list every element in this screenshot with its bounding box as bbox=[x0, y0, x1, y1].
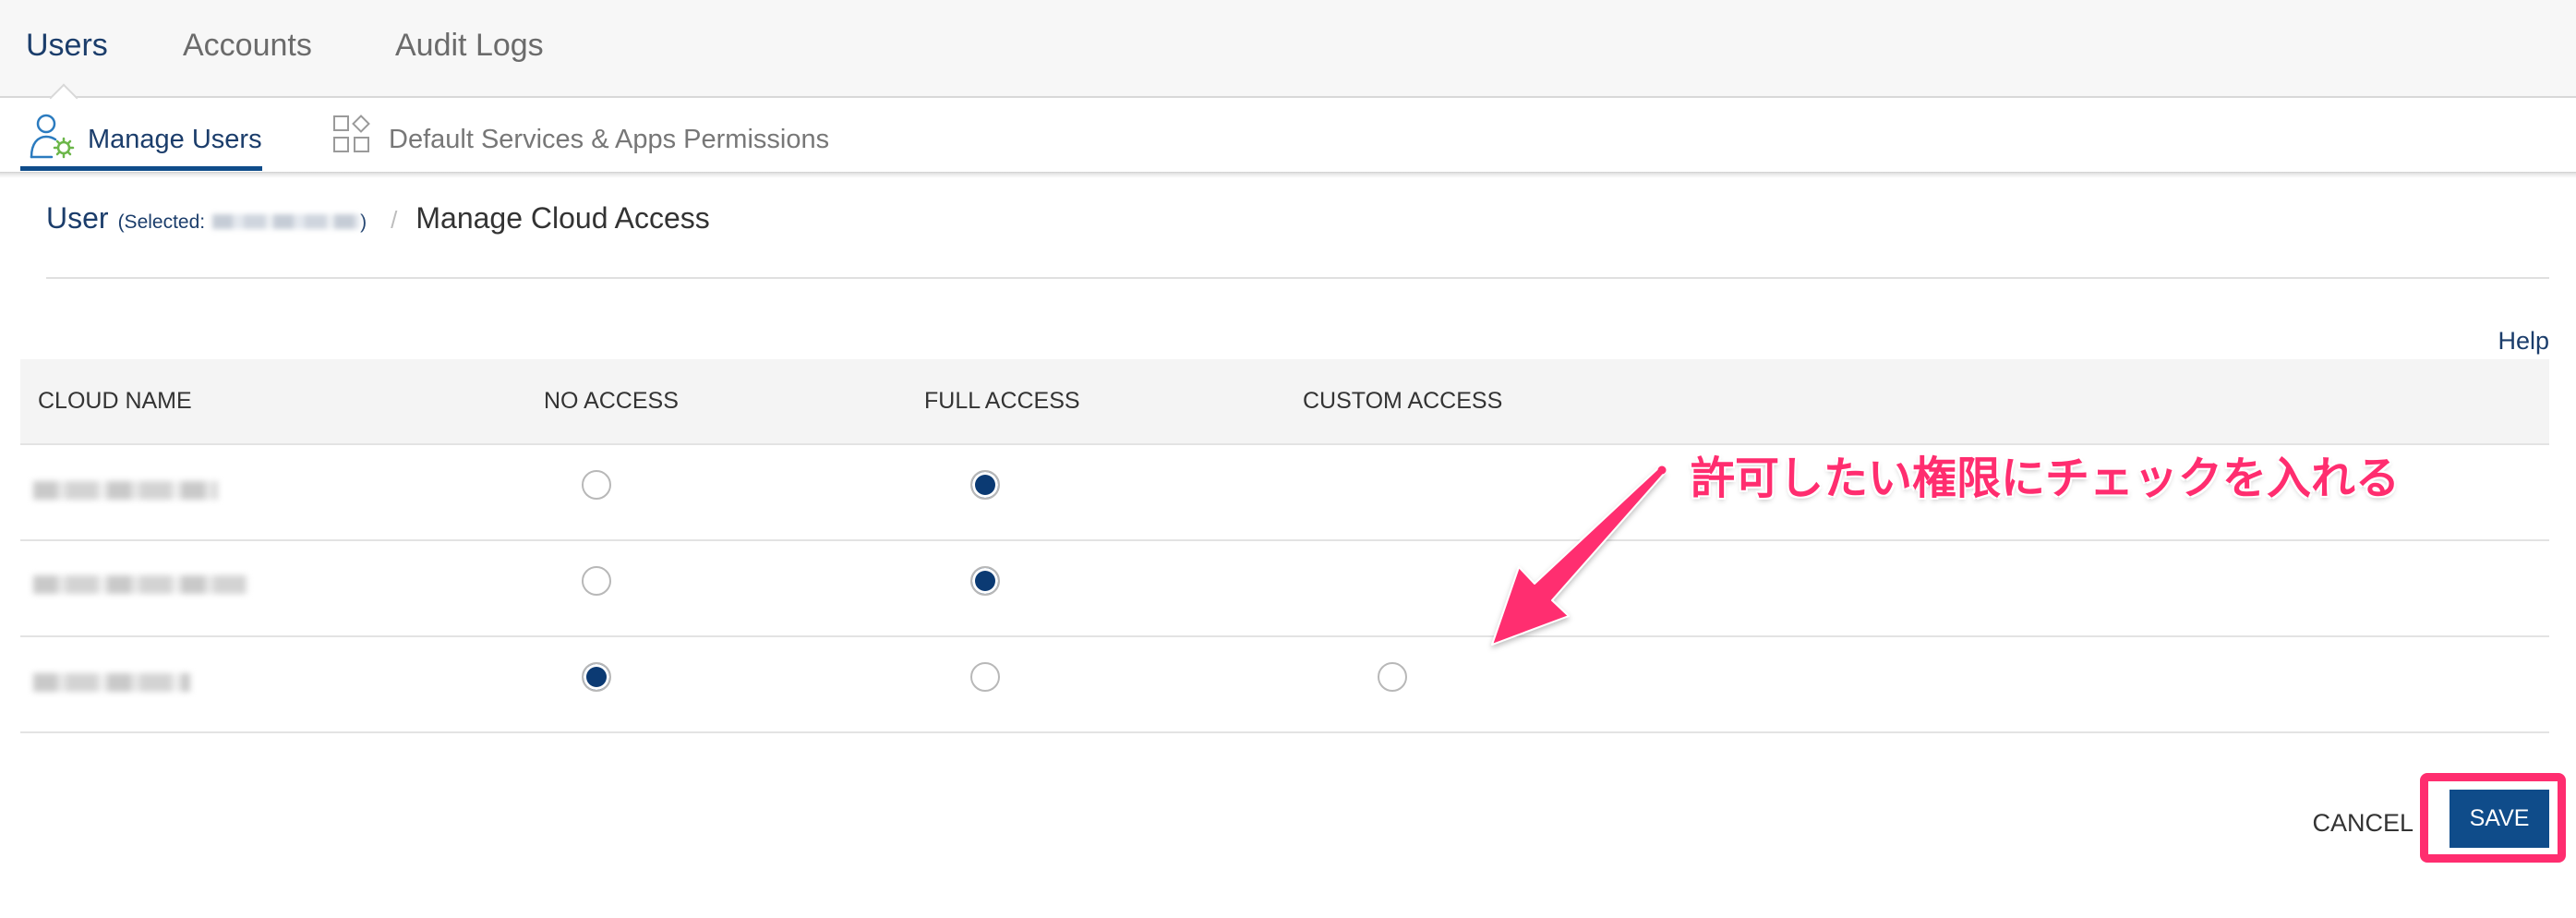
tab-accounts[interactable]: Accounts bbox=[183, 0, 312, 91]
breadcrumb-separator: / bbox=[391, 206, 398, 234]
table-row bbox=[20, 637, 2549, 733]
annotation-text: 許可したい権限にチェックを入れる bbox=[1691, 453, 2401, 504]
table-header: CLOUD NAME NO ACCESS FULL ACCESS CUSTOM … bbox=[20, 359, 2549, 445]
cancel-button[interactable]: CANCEL bbox=[2312, 808, 2413, 838]
radio-full-access[interactable] bbox=[970, 566, 1000, 596]
radio-full-access[interactable] bbox=[970, 662, 1000, 692]
cloud-access-table: CLOUD NAME NO ACCESS FULL ACCESS CUSTOM … bbox=[20, 359, 2549, 733]
breadcrumb: User (Selected: ) / Manage Cloud Access bbox=[46, 201, 710, 251]
save-button[interactable]: SAVE bbox=[2450, 790, 2549, 848]
tab-users[interactable]: Users bbox=[26, 0, 108, 91]
breadcrumb-user-link[interactable]: User bbox=[46, 201, 109, 236]
subtab-default-services[interactable]: Default Services & Apps Permissions bbox=[389, 98, 829, 181]
user-gear-icon bbox=[30, 114, 75, 159]
sub-tab-shadow bbox=[0, 172, 2576, 178]
cloud-name-redacted bbox=[33, 575, 247, 594]
active-subtab-underline bbox=[20, 166, 262, 171]
breadcrumb-divider bbox=[46, 277, 2549, 279]
grid-icon bbox=[333, 115, 370, 152]
column-header-full-access: FULL ACCESS bbox=[924, 388, 1080, 414]
top-tab-bar: Users Accounts Audit Logs bbox=[0, 0, 2576, 98]
table-row bbox=[20, 541, 2549, 637]
radio-no-access[interactable] bbox=[582, 566, 611, 596]
cloud-name-redacted bbox=[33, 673, 190, 692]
breadcrumb-selected-prefix: (Selected: bbox=[117, 211, 206, 233]
selected-user-redacted bbox=[212, 214, 361, 229]
sub-tab-bar: Manage Users Default Services & Apps Per… bbox=[0, 98, 2576, 172]
help-link[interactable]: Help bbox=[2498, 323, 2549, 358]
radio-full-access[interactable] bbox=[970, 470, 1000, 500]
radio-no-access[interactable] bbox=[582, 662, 611, 692]
column-header-custom-access: CUSTOM ACCESS bbox=[1303, 388, 1503, 414]
radio-no-access[interactable] bbox=[582, 470, 611, 500]
breadcrumb-selected-suffix: ) bbox=[360, 211, 367, 233]
cloud-name-redacted bbox=[33, 481, 218, 500]
page-title: Manage Cloud Access bbox=[415, 201, 710, 235]
column-header-cloud-name: CLOUD NAME bbox=[38, 388, 192, 414]
column-header-no-access: NO ACCESS bbox=[544, 388, 679, 414]
tab-audit-logs[interactable]: Audit Logs bbox=[395, 0, 544, 91]
radio-custom-access[interactable] bbox=[1378, 662, 1407, 692]
